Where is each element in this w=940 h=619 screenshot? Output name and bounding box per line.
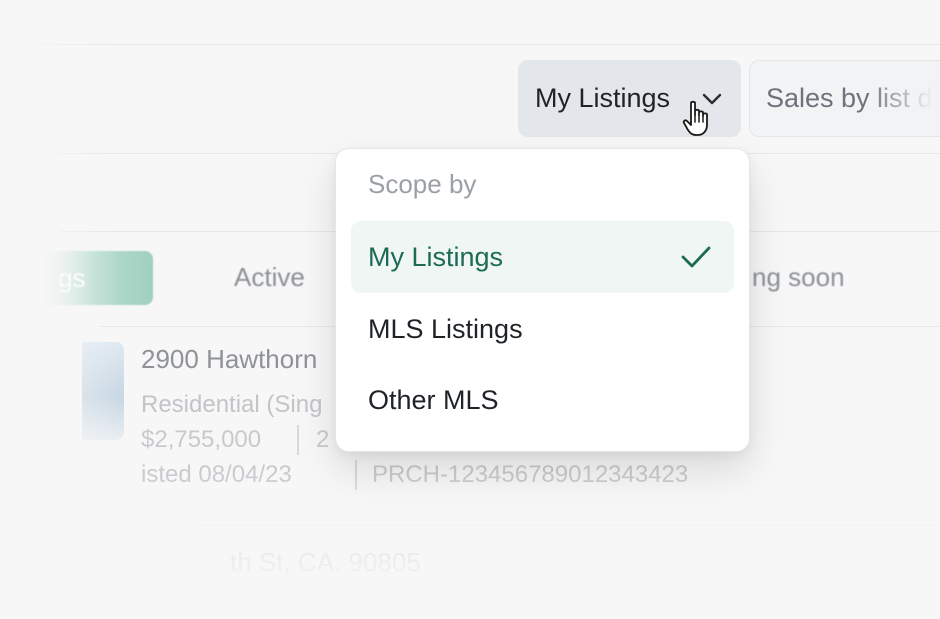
menu-item-my-listings[interactable]: My Listings [351,221,734,293]
app-stage: My Listings Sales by list d gs Active ng… [0,0,940,619]
listing-address: th St, CA, 90805 [230,547,421,577]
tab-active[interactable]: Active [234,262,305,293]
fade-overlay [0,0,120,619]
listing-beds: 2 [316,426,330,453]
tab-label: ng soon [752,262,845,292]
tab-label: Active [234,262,305,292]
menu-item-label: Other MLS [368,384,499,415]
menu-item-mls-listings[interactable]: MLS Listings [351,293,734,365]
listing-price-line: $2,755,000 [141,426,261,454]
divider [0,44,940,45]
menu-item-label: My Listings [368,241,504,272]
listing-type: Residential (Sing [141,391,323,418]
scope-button-label: My Listings [535,83,671,113]
hand-pointer-icon [682,100,708,136]
listing-address: 2900 Hawthorn [141,344,318,374]
menu-heading: Scope by [368,169,477,199]
listing-thumbnail [82,342,124,440]
tab-listings[interactable]: gs [40,251,153,305]
scope-dropdown-menu: Scope by My Listings MLS Listings Other … [335,148,750,452]
sales-filter-button[interactable]: Sales by list d [749,60,940,137]
divider [355,460,357,490]
listing-date: isted 08/04/23 [141,461,292,488]
divider [200,525,940,526]
listing-id: PRCH-123456789012343423 [372,461,689,488]
menu-item-other-mls[interactable]: Other MLS [351,364,734,436]
menu-item-label: MLS Listings [368,313,523,344]
sales-button-label: Sales by list d [766,83,933,113]
tab-coming-soon[interactable]: ng soon [752,262,845,293]
fade-overlay [0,470,940,619]
listing-price: $2,755,000 [141,426,262,453]
divider [297,425,299,455]
tab-label: gs [58,262,86,293]
check-icon [681,246,711,268]
